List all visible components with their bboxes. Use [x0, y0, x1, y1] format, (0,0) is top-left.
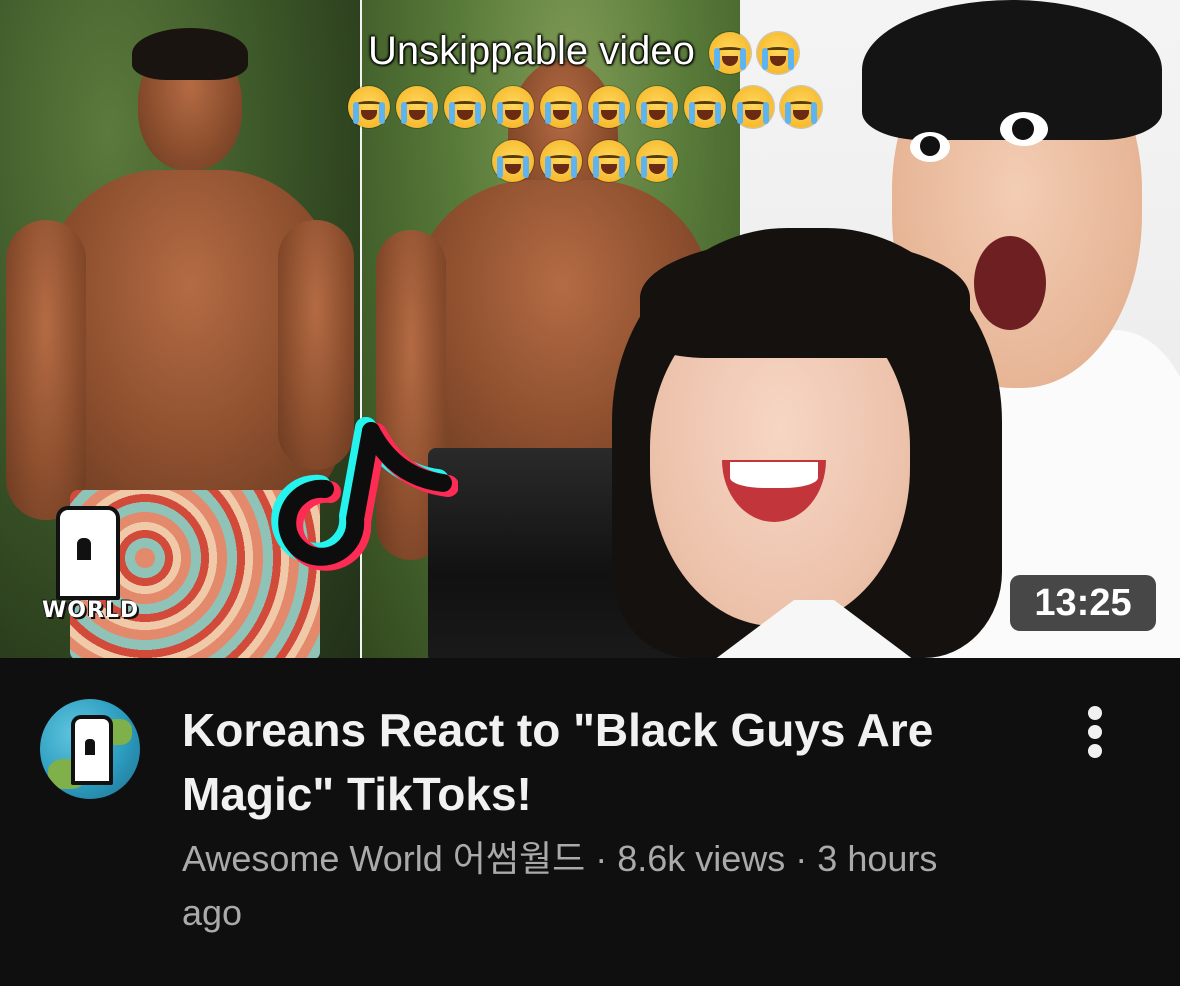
- man-hair: [132, 28, 248, 80]
- loudly-crying-face-icon: [709, 32, 751, 75]
- loudly-crying-face-icon: [588, 86, 630, 129]
- vertical-ellipsis-icon: [1088, 744, 1102, 758]
- pupil-right: [1012, 118, 1034, 140]
- crying-emoji-group: [345, 83, 825, 129]
- teeth: [730, 462, 818, 488]
- video-meta[interactable]: Awesome World 어썸월드 · 8.6k views · 3 hour…: [182, 832, 1002, 940]
- loudly-crying-face-icon: [492, 140, 534, 183]
- video-thumbnail[interactable]: WORLD Unskippable video 13:25: [0, 0, 1180, 658]
- crying-emoji-group: [706, 29, 802, 75]
- caption-line-1: Unskippable video: [300, 24, 870, 78]
- awesome-world-watermark: WORLD: [36, 506, 140, 632]
- duration-badge: 13:25: [1010, 575, 1156, 631]
- pupil-left: [920, 136, 940, 156]
- video-title[interactable]: Koreans React to "Black Guys Are Magic" …: [182, 698, 1002, 826]
- caption-line-2: [300, 78, 870, 132]
- loudly-crying-face-icon: [684, 86, 726, 129]
- loudly-crying-face-icon: [444, 86, 486, 129]
- man-arm-left: [6, 220, 86, 520]
- channel-avatar[interactable]: [40, 699, 140, 799]
- loudly-crying-face-icon: [396, 86, 438, 129]
- loudly-crying-face-icon: [636, 140, 678, 183]
- loudly-crying-face-icon: [636, 86, 678, 129]
- loudly-crying-face-icon: [492, 86, 534, 129]
- caption-line-3: [300, 132, 870, 186]
- tiktok-logo-icon: [271, 417, 458, 571]
- open-mouth: [974, 236, 1046, 330]
- loudly-crying-face-icon: [540, 86, 582, 129]
- watermark-text: WORLD: [42, 598, 140, 623]
- loudly-crying-face-icon: [757, 32, 799, 75]
- letter-a-logo-icon: [56, 506, 120, 600]
- caption-text: Unskippable video: [368, 29, 695, 73]
- loudly-crying-face-icon: [780, 86, 822, 129]
- more-options-button[interactable]: [1074, 702, 1118, 762]
- loudly-crying-face-icon: [732, 86, 774, 129]
- loudly-crying-face-icon: [348, 86, 390, 129]
- caption-overlay: Unskippable video: [300, 24, 870, 186]
- loudly-crying-face-icon: [540, 140, 582, 183]
- loudly-crying-face-icon: [588, 140, 630, 183]
- vertical-ellipsis-icon: [1088, 706, 1102, 720]
- crying-emoji-group: [489, 137, 681, 183]
- vertical-ellipsis-icon: [1088, 725, 1102, 739]
- letter-a-logo-icon: [71, 715, 113, 785]
- woman-bangs: [640, 238, 970, 358]
